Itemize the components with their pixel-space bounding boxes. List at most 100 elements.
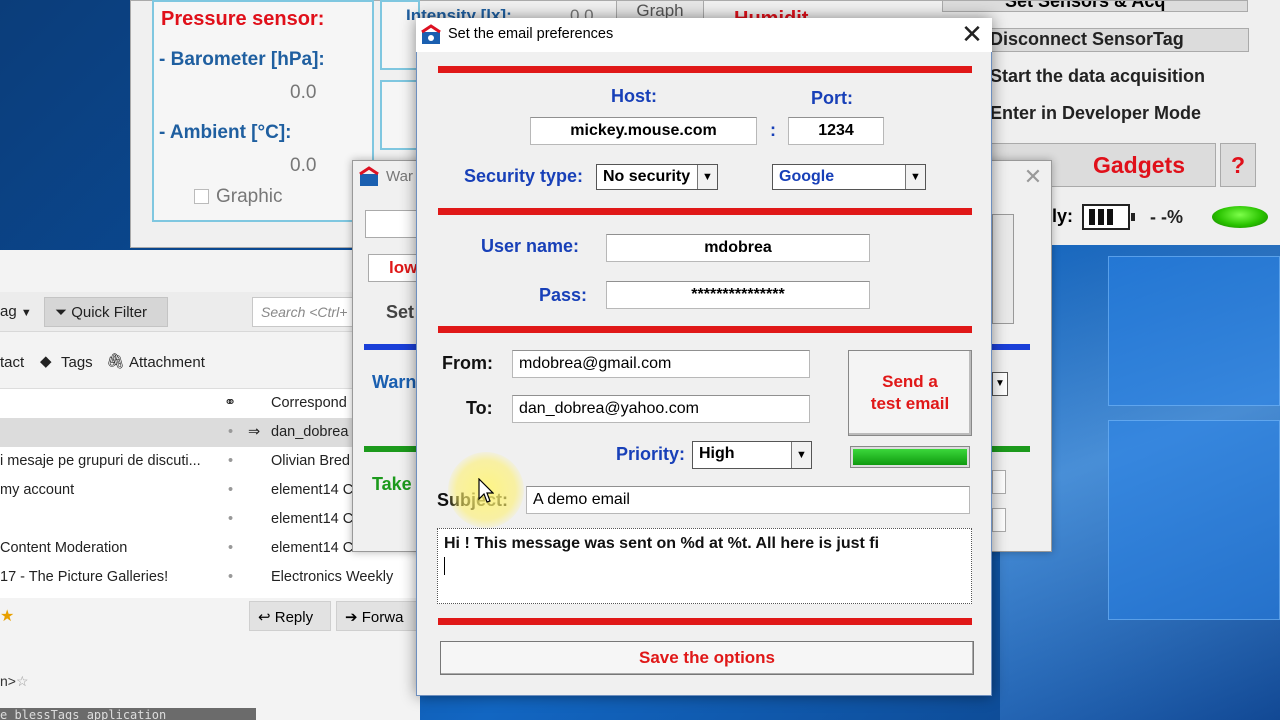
light-panel (380, 80, 420, 150)
forward-button[interactable]: ➔ Forwa (336, 601, 420, 631)
quick-filter-button[interactable]: ⏷ Quick Filter (44, 297, 168, 327)
send-test-line2: test email (870, 394, 950, 413)
row-subject: my account (0, 482, 75, 498)
footer-text: n> (0, 673, 16, 689)
warnings-field-edge[interactable] (992, 508, 1006, 532)
table-row[interactable]: 17 - The Picture Galleries! • Electronic… (0, 563, 420, 592)
star-outline-icon[interactable]: ☆ (16, 673, 29, 689)
warnings-field-edge[interactable] (992, 470, 1006, 494)
humidity-readout: Humidit (730, 2, 830, 18)
port-input[interactable]: 1234 (788, 117, 884, 145)
dot-icon: • (228, 453, 234, 469)
row-subject: i mesaje pe grupuri de discuti... (0, 453, 201, 469)
humidity-title: Humidit (734, 8, 808, 18)
developer-mode-item[interactable]: Enter in Developer Mode (990, 103, 1201, 124)
wallpaper-pane (1108, 420, 1280, 620)
chevron-down-icon: ▼ (791, 442, 811, 468)
row-subject: Content Moderation (0, 540, 128, 556)
text-caret (444, 557, 445, 575)
warnings-field[interactable] (365, 210, 417, 238)
ambient-value: 0.0 (290, 155, 317, 176)
column-correspondents[interactable]: Correspond (271, 395, 347, 411)
start-acquisition-item[interactable]: Start the data acquisition (990, 66, 1205, 87)
thread-icon[interactable]: ⚭ (224, 395, 236, 411)
dot-icon: • (228, 540, 234, 556)
password-label: Pass: (539, 285, 588, 305)
low-threshold-field[interactable]: low (368, 254, 418, 282)
app-logo-icon (420, 24, 442, 46)
password-input[interactable]: *************** (606, 281, 870, 309)
pressure-title: Pressure sensor: (161, 8, 325, 30)
warnings-button-edge[interactable] (992, 214, 1014, 324)
filter-contact[interactable]: tact (0, 354, 24, 371)
graph-button[interactable]: Graph (616, 0, 704, 20)
from-label: From: (442, 353, 493, 373)
blue-divider (364, 344, 416, 350)
progress-fill (853, 449, 967, 465)
dot-icon: • (228, 424, 234, 440)
funnel-icon: ⏷ (55, 304, 68, 321)
tag-icon: ◆ (40, 353, 52, 370)
send-progress-bar (850, 446, 970, 468)
red-divider (438, 326, 972, 333)
forward-icon: ➔ (345, 609, 358, 626)
set-label: Set (386, 302, 415, 322)
take-label: Take (372, 474, 412, 494)
email-provider-value: Google (779, 168, 835, 185)
row-from: element14 C (271, 511, 354, 527)
from-input[interactable]: mdobrea@gmail.com (512, 350, 810, 378)
graphic-checkbox[interactable] (194, 189, 209, 204)
paperclip-icon: 🖇 (106, 353, 126, 370)
message-text: Hi ! This message was sent on %d at %t. … (444, 535, 880, 552)
chevron-down-icon: ▼ (905, 165, 925, 189)
close-icon[interactable]: ✕ (958, 20, 986, 48)
forward-label: Forwa (361, 609, 404, 626)
dot-icon: • (228, 482, 234, 498)
disconnect-label: Disconnect SensorTag (990, 29, 1184, 49)
reply-label: Reply (274, 609, 314, 626)
star-icon[interactable]: ★ (0, 606, 14, 626)
row-from: Olivian Bred (271, 453, 350, 469)
reply-button[interactable]: ↩ Reply (249, 601, 331, 631)
ambient-label: - Ambient [°C]: (159, 122, 292, 143)
set-sensors-button[interactable]: Set Sensors & Acq (942, 0, 1248, 12)
username-input[interactable]: mdobrea (606, 234, 870, 262)
email-provider-select[interactable]: Google ▼ (772, 164, 926, 190)
security-type-value: No security (603, 168, 691, 185)
graphic-label: Graphic (216, 186, 283, 207)
row-from: Electronics Weekly (271, 569, 394, 585)
reply-arrow-icon: ⇒ (248, 424, 261, 440)
battery-percent: - -% (1150, 207, 1183, 227)
message-textarea[interactable]: Hi ! This message was sent on %d at %t. … (437, 528, 972, 604)
wallpaper-pane (1108, 256, 1280, 406)
send-test-email-button[interactable]: Send a test email (848, 350, 972, 436)
filter-attachment[interactable]: Attachment (129, 354, 205, 371)
to-input[interactable]: dan_dobrea@yahoo.com (512, 395, 810, 423)
chevron-down-icon: ▼ (697, 165, 717, 189)
host-label: Host: (611, 86, 657, 106)
row-from: dan_dobrea (271, 424, 349, 440)
blue-divider (992, 344, 1030, 350)
quick-filter-label: Quick Filter (71, 304, 148, 321)
help-button[interactable]: ? (1220, 143, 1256, 187)
security-type-label: Security type: (464, 166, 584, 186)
status-bar: e blessTags application (0, 708, 256, 720)
security-type-select[interactable]: No security ▼ (596, 164, 718, 190)
warnings-combo-arrow[interactable]: ▼ (992, 372, 1008, 396)
warnings-close-button[interactable]: ✕ (1018, 162, 1048, 192)
battery-icon (1082, 204, 1135, 230)
host-input[interactable]: mickey.mouse.com (530, 117, 757, 145)
red-divider (438, 208, 972, 215)
barometer-value: 0.0 (290, 82, 317, 103)
status-led-icon (1212, 206, 1268, 228)
tag-label: ag (0, 303, 17, 320)
priority-select[interactable]: High ▼ (692, 441, 812, 469)
filter-tags[interactable]: Tags (61, 354, 93, 371)
warn-label: Warn (372, 372, 417, 392)
green-divider (992, 446, 1030, 452)
save-options-button[interactable]: Save the options (440, 641, 974, 675)
set-sensors-label: Set Sensors & Acq (1005, 0, 1166, 11)
subject-input[interactable]: A demo email (526, 486, 970, 514)
tag-dropdown[interactable]: ag ▼ (0, 297, 32, 327)
dialog-title: Set the email preferences (448, 26, 614, 42)
